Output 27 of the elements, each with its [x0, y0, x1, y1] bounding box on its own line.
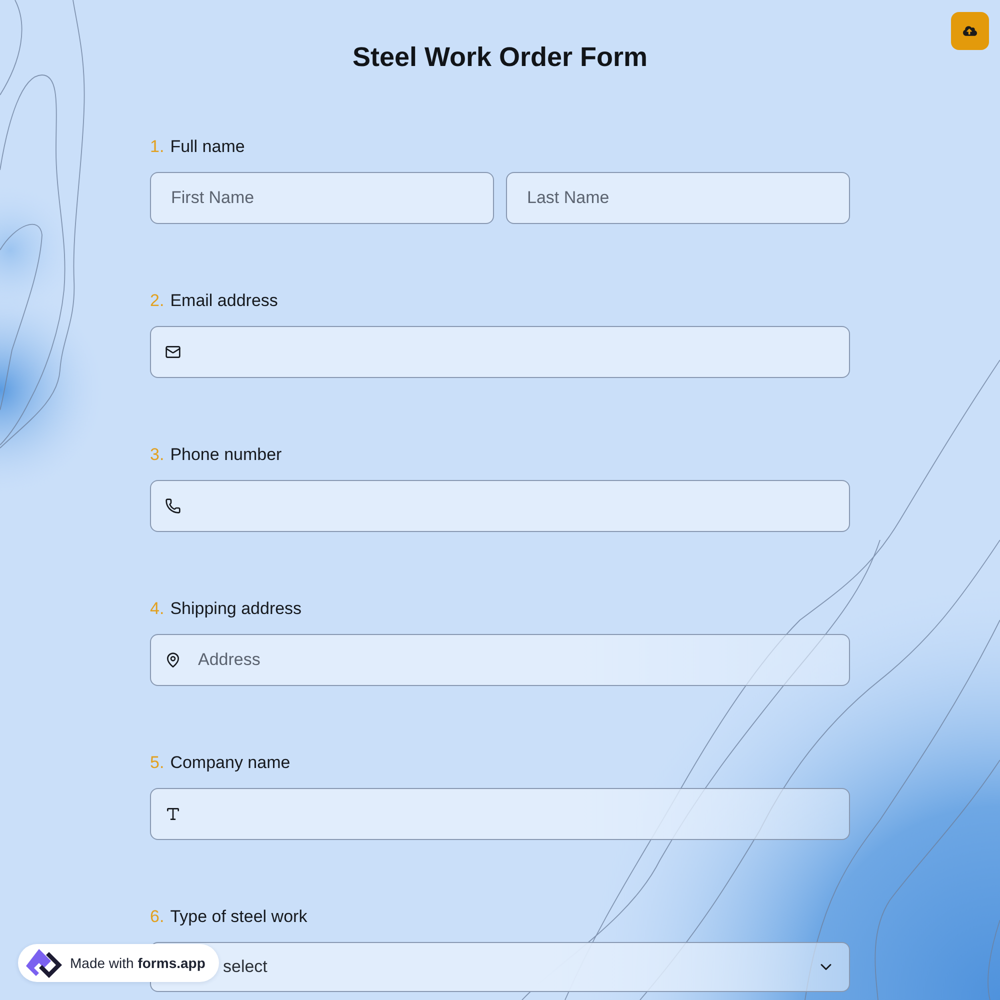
name-field[interactable]: Last Name — [506, 172, 850, 224]
question-number: 6. — [150, 907, 164, 927]
logo-icon — [26, 948, 62, 978]
question-number: 4. — [150, 599, 164, 619]
question-label: Phone number — [170, 445, 282, 465]
address-field[interactable]: Address — [150, 634, 850, 686]
map-pin-icon — [165, 652, 181, 668]
question-label: Full name — [170, 137, 245, 157]
mail-icon — [165, 344, 181, 360]
question-number: 3. — [150, 445, 164, 465]
form-title: Steel Work Order Form — [351, 41, 649, 73]
email-field[interactable] — [150, 326, 850, 378]
name-field[interactable]: First Name — [150, 172, 494, 224]
question-number: 1. — [150, 137, 164, 157]
question-number: 5. — [150, 753, 164, 773]
question-label: Company name — [170, 753, 290, 773]
company-name-field[interactable] — [150, 788, 850, 840]
made-with-badge[interactable]: Made with forms.app — [18, 944, 220, 982]
phone-field[interactable] — [150, 480, 850, 532]
question-label: Type of steel work — [170, 907, 308, 927]
upload-button[interactable] — [951, 12, 989, 50]
question-label: Shipping address — [170, 599, 302, 619]
phone-icon — [165, 498, 181, 514]
text-type-icon — [165, 806, 181, 822]
cloud-upload-icon — [963, 24, 977, 38]
question-number: 2. — [150, 291, 164, 311]
question-label: Email address — [170, 291, 278, 311]
